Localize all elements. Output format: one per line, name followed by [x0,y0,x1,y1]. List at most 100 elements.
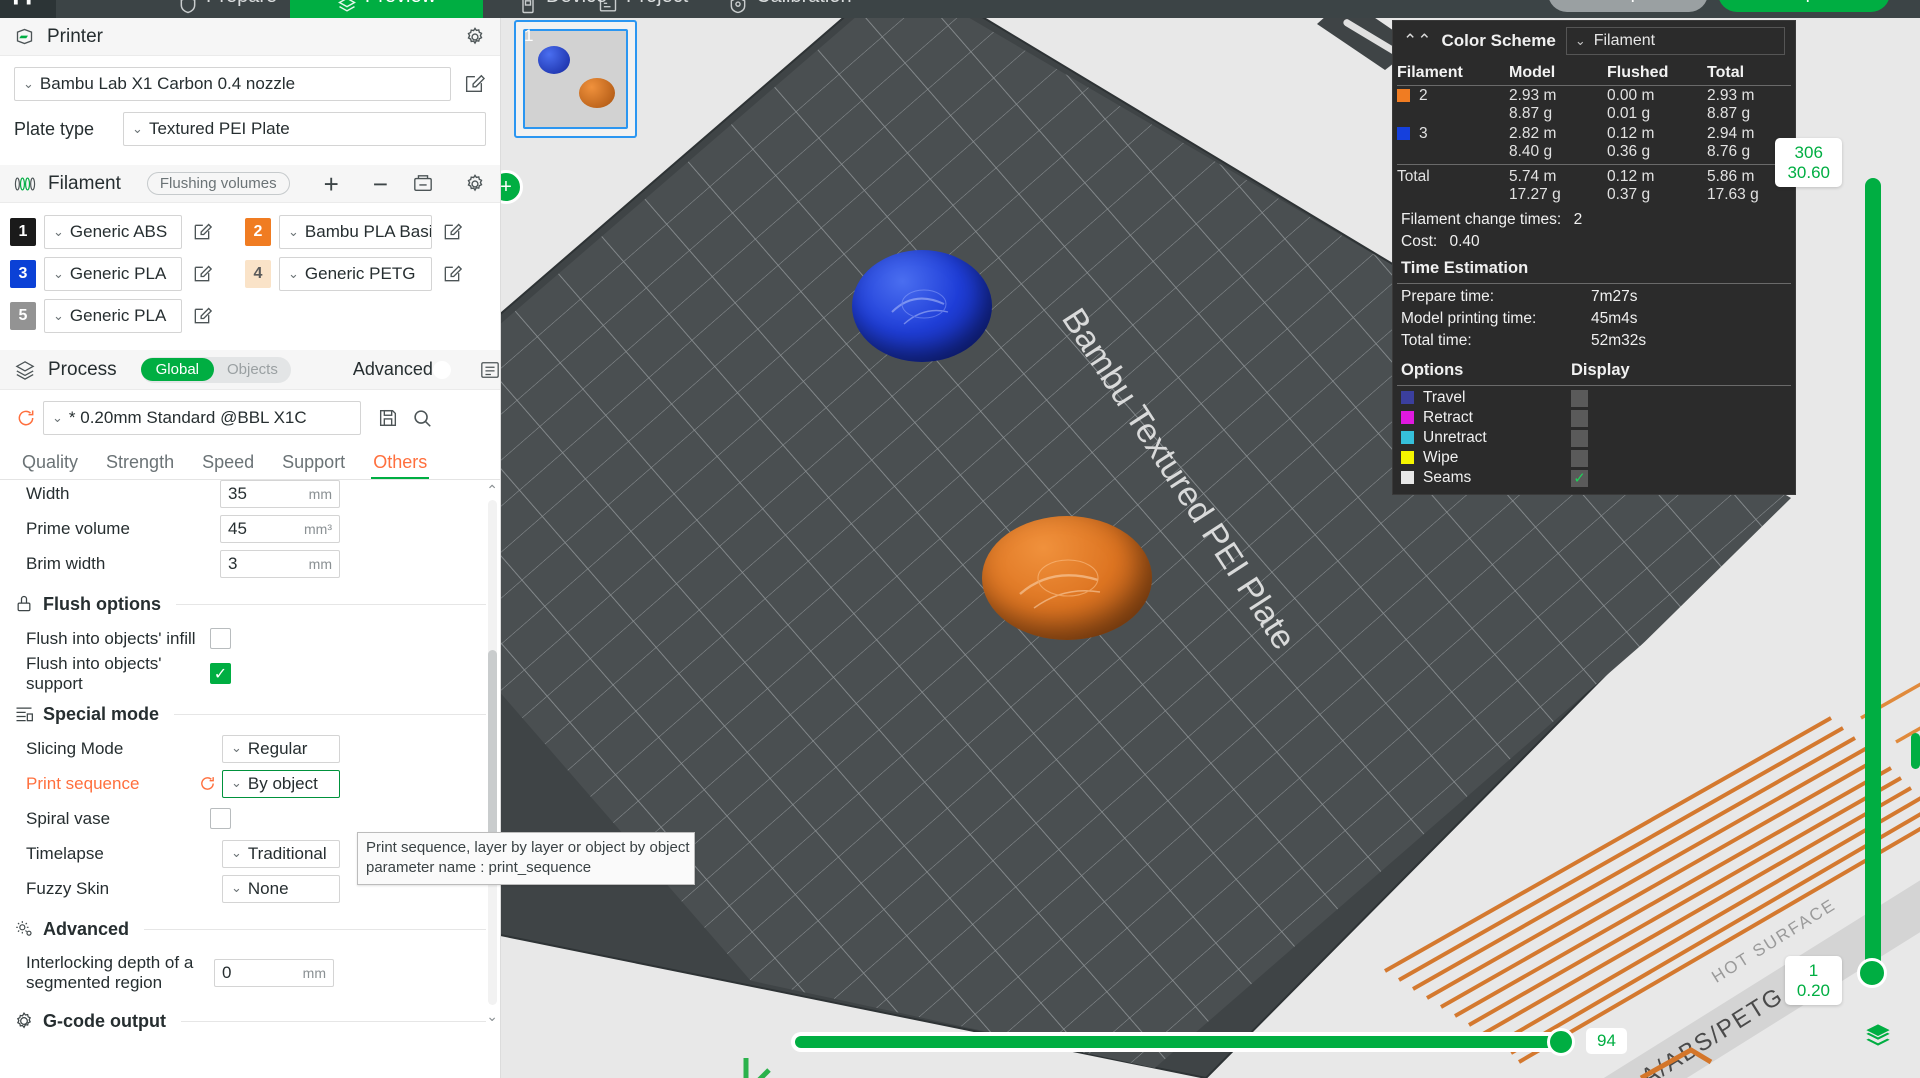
save-preset-icon[interactable] [377,407,399,429]
tab-project[interactable]: Project [580,0,706,18]
param-slicing-mode-select[interactable]: ⌄ Regular [222,734,340,763]
param-timelapse-select[interactable]: ⌄ Traditional [222,839,340,868]
param-interlocking-depth-label: Interlocking depth of a segmented region [26,952,194,992]
param-interlocking-depth-unit: mm [302,965,326,981]
layer-slider-bottom-handle[interactable] [1857,958,1887,988]
slice-plate-button[interactable]: Slice plate [1548,0,1708,12]
param-prime-volume-input[interactable]: 45 mm³ [220,514,340,543]
plate-type-select[interactable]: ⌄ Textured PEI Plate [123,112,486,146]
process-params-scroll[interactable]: Width 35 mm Prime volume 45 mm³ Brim wid… [0,480,500,1040]
scroll-up-arrow[interactable]: ⌃ [486,482,498,499]
filament-name-4: Generic PETG [304,264,416,283]
option-unretract-checkbox[interactable] [1571,429,1588,447]
scope-objects-button[interactable]: Objects [214,358,291,381]
project-icon [598,0,618,12]
edit-printer-icon[interactable] [462,72,486,96]
param-fuzzy-skin-select[interactable]: ⌄ None [222,874,340,903]
param-interlocking-depth-input[interactable]: 0 mm [214,959,334,987]
option-wipe-checkbox[interactable] [1571,449,1588,467]
printer-model-select[interactable]: ⌄ Bambu Lab X1 Carbon 0.4 nozzle [14,67,452,101]
filament-select-3[interactable]: ⌄ Generic PLA [44,257,182,291]
chevron-up-icon[interactable]: ⌃⌃ [1403,31,1432,51]
tab-quality[interactable]: Quality [8,452,92,479]
color-scheme-title: Color Scheme [1441,31,1556,50]
tab-speed[interactable]: Speed [188,452,268,479]
printed-object-blue[interactable] [852,250,992,362]
param-width-input[interactable]: 35 mm [220,480,340,508]
filament-select-5[interactable]: ⌄ Generic PLA [44,299,182,333]
chevron-down-icon: ⌄ [231,845,242,860]
option-retract-checkbox[interactable] [1571,409,1588,427]
move-slider[interactable] [791,1028,1575,1056]
filament-color-swatch-4[interactable]: 4 [245,260,271,288]
tab-prepare[interactable]: Prepare [160,0,295,18]
filament-sync-icon[interactable] [412,174,434,194]
edit-filament-icon-5[interactable] [190,304,214,328]
param-flush-support-checkbox[interactable]: ✓ [210,663,231,684]
group-gcode-output: G-code output [0,1004,500,1038]
filament-settings-gear-icon[interactable] [464,173,486,195]
print-plate-button[interactable]: Print plate [1718,0,1890,12]
flushing-volumes-button[interactable]: Flushing volumes [146,172,290,195]
edit-filament-icon-1[interactable] [190,220,214,244]
flush-icon [14,594,34,614]
filament-color-swatch-3[interactable]: 3 [10,260,36,288]
param-brim-width-input[interactable]: 3 mm [220,549,340,578]
3d-preview-viewport[interactable]: Bambu Textured PEI Plate PLA/ABS/PETG HO… [501,18,1920,1078]
edit-filament-icon-2[interactable] [440,220,464,244]
revert-print-sequence-icon[interactable] [199,775,216,792]
process-preset-select[interactable]: ⌄ * 0.20mm Standard @BBL X1C [43,401,361,435]
option-travel-checkbox[interactable] [1571,389,1588,407]
param-flush-support: Flush into objects' support ✓ [0,654,500,693]
remove-filament-button[interactable]: − [373,171,388,197]
scroll-down-arrow[interactable]: ⌄ [486,1008,498,1025]
filament-select-4[interactable]: ⌄ Generic PETG [279,257,432,291]
filament-color-swatch-1[interactable]: 1 [10,218,36,246]
move-slider-handle[interactable] [1547,1028,1575,1056]
param-print-sequence-value: By object [247,773,318,793]
edit-filament-icon-3[interactable] [190,262,214,286]
add-filament-button[interactable]: + [324,171,339,197]
filament-color-swatch-5[interactable]: 5 [10,302,36,330]
scope-global-button[interactable]: Global [140,358,214,381]
col-flushed: Flushed [1607,64,1669,81]
filament-2-flushed-length: 0.00 m [1607,87,1655,104]
tab-strength[interactable]: Strength [92,452,188,479]
table-row: 2 2.93 m 8.87 g 0.00 m 0.01 g 2.93 m 8.87 g [1393,86,1795,124]
print-sequence-tooltip: Print sequence, layer by layer or object… [357,832,695,885]
plate-thumbnail-1[interactable]: 1 [514,20,637,138]
filament-section-title: Filament [48,172,121,194]
tab-others[interactable]: Others [359,452,441,479]
tab-calibration[interactable]: Calibration [710,0,870,18]
edit-filament-icon-4[interactable] [440,262,464,286]
option-seams-checkbox[interactable]: ✓ [1571,469,1588,487]
reset-preset-icon[interactable] [14,408,38,428]
param-slicing-mode-value: Regular [247,738,308,758]
chevron-down-icon: ⌄ [52,409,63,425]
group-advanced: Advanced [0,912,500,946]
param-slicing-mode-label: Slicing Mode [26,738,124,758]
search-preset-icon[interactable] [411,407,433,429]
color-scheme-mode-select[interactable]: ⌄ Filament [1565,27,1785,55]
parameter-list-icon[interactable] [479,360,500,380]
filament-select-2[interactable]: ⌄ Bambu PLA Basic [279,215,432,249]
filament-color-swatch-2[interactable]: 2 [245,218,271,246]
param-brim-width-value: 3 [228,553,238,573]
layer-slider-track[interactable] [1865,178,1881,973]
filament-select-1[interactable]: ⌄ Generic ABS [44,215,182,249]
total-time-value: 52m32s [1591,332,1647,349]
param-print-sequence-select[interactable]: ⌄ By object [222,769,340,798]
tab-support[interactable]: Support [268,452,359,479]
view-layers-icon[interactable] [1864,1023,1892,1056]
gear-icon[interactable] [464,26,486,48]
param-timelapse-label: Timelapse [26,843,104,863]
travel-color-swatch [1401,391,1414,405]
option-wipe-label: Wipe [1423,449,1459,466]
param-spiral-vase-checkbox[interactable] [210,808,231,829]
param-flush-infill-checkbox[interactable] [210,628,231,649]
tab-preview[interactable]: Preview [290,0,483,18]
special-mode-icon [14,704,34,724]
printed-object-orange[interactable] [982,516,1152,640]
process-stack-icon [14,360,36,380]
bambu-studio-window: ꓵ Prepare Preview Device Project [0,0,1920,1078]
